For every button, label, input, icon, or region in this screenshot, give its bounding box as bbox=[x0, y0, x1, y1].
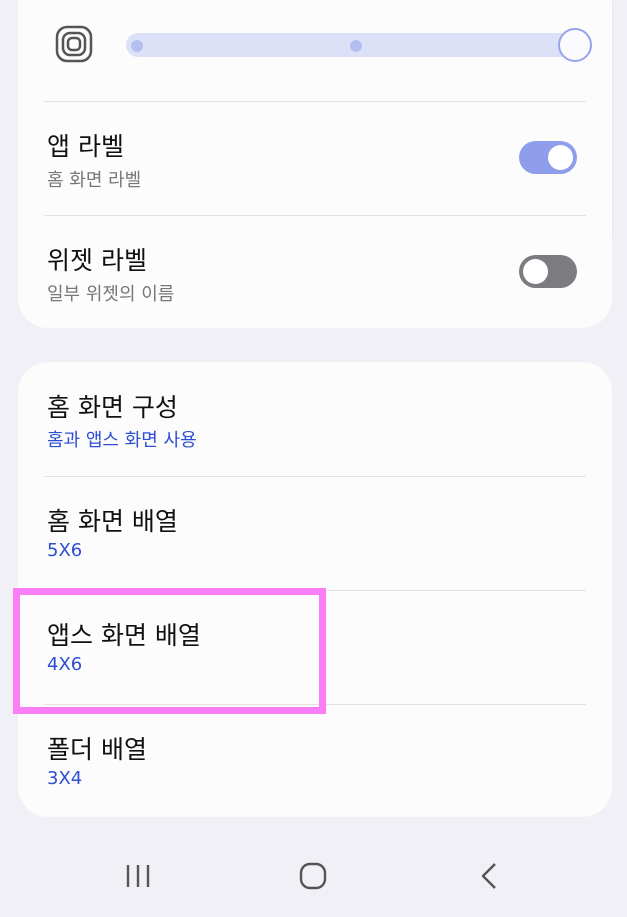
toggle-knob bbox=[523, 259, 548, 284]
back-button[interactable] bbox=[459, 856, 519, 896]
divider bbox=[44, 704, 586, 705]
app-label-subtitle: 홈 화면 라벨 bbox=[47, 170, 142, 191]
slider-thumb[interactable] bbox=[558, 28, 592, 62]
home-screen-layout-title: 홈 화면 구성 bbox=[47, 393, 178, 422]
home-screen-grid-title: 홈 화면 배열 bbox=[47, 507, 178, 536]
app-label-toggle[interactable] bbox=[519, 141, 577, 174]
back-icon bbox=[481, 863, 496, 889]
home-screen-grid-value: 5X6 bbox=[47, 540, 83, 561]
divider bbox=[44, 590, 586, 591]
recents-button[interactable] bbox=[108, 856, 168, 896]
app-label-title: 앱 라벨 bbox=[47, 132, 124, 161]
recent-apps-icon bbox=[126, 865, 150, 887]
home-icon bbox=[299, 862, 327, 890]
navigation-bar bbox=[0, 832, 627, 917]
folder-grid-title: 폴더 배열 bbox=[47, 735, 147, 764]
widget-label-title: 위젯 라벨 bbox=[47, 246, 147, 275]
folder-grid-value: 3X4 bbox=[47, 768, 83, 789]
slider-step-dot bbox=[350, 40, 362, 52]
toggle-knob bbox=[548, 145, 573, 170]
widget-label-subtitle: 일부 위젯의 이름 bbox=[47, 284, 175, 305]
home-screen-layout-value: 홈과 앱스 화면 사용 bbox=[47, 430, 197, 451]
divider bbox=[44, 101, 586, 102]
apps-screen-grid-title: 앱스 화면 배열 bbox=[47, 621, 201, 650]
divider bbox=[44, 215, 586, 216]
divider bbox=[44, 476, 586, 477]
app-icon-size-icon bbox=[55, 25, 93, 63]
apps-screen-grid-value: 4X6 bbox=[47, 654, 83, 675]
widget-label-toggle[interactable] bbox=[519, 255, 577, 288]
slider-step-dot bbox=[131, 40, 143, 52]
home-button[interactable] bbox=[283, 856, 343, 896]
